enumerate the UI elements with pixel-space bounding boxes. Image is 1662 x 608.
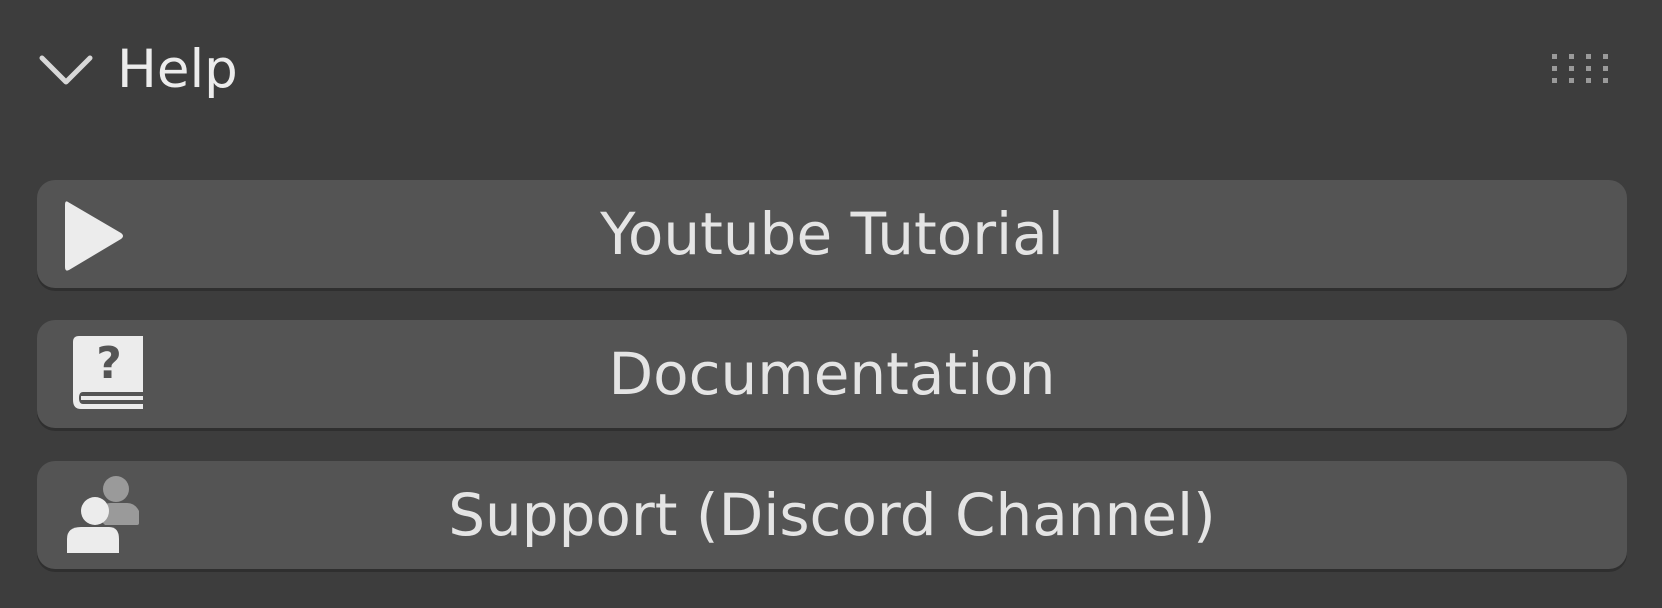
documentation-label: Documentation <box>608 340 1056 408</box>
support-discord-button[interactable]: Support (Discord Channel) <box>37 461 1627 569</box>
youtube-tutorial-button[interactable]: Youtube Tutorial <box>37 180 1627 288</box>
panel-header[interactable]: Help <box>0 0 1662 140</box>
chevron-down-icon[interactable] <box>36 46 96 94</box>
documentation-button[interactable]: ? Documentation <box>37 320 1627 428</box>
support-discord-label: Support (Discord Channel) <box>448 481 1216 549</box>
help-panel: Help Youtube Tutorial ? Documentation Su… <box>0 0 1662 608</box>
drag-handle-icon[interactable] <box>1550 52 1620 84</box>
panel-title: Help <box>117 39 238 100</box>
youtube-tutorial-label: Youtube Tutorial <box>600 200 1064 268</box>
